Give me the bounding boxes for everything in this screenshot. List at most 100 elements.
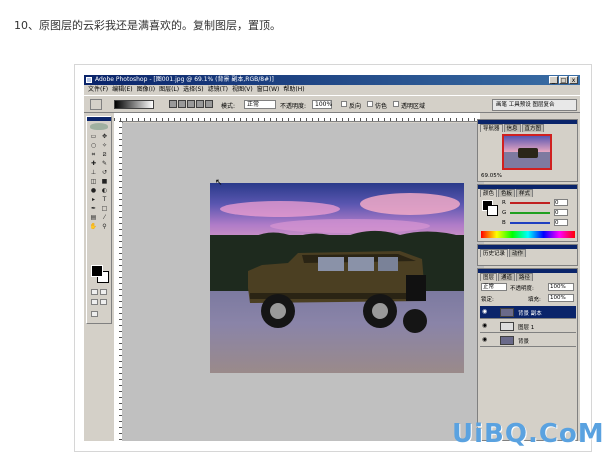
reflected-gradient-icon[interactable] [196, 100, 204, 108]
tab-channels[interactable]: 通道 [498, 273, 516, 281]
standard-mode-icon[interactable] [91, 289, 98, 295]
menu-file[interactable]: 文件(F) [88, 85, 108, 95]
pen-tool-icon[interactable]: ✒ [88, 204, 99, 213]
photoshop-window: Adobe Photoshop - [图001.jpg @ 69.1% (背景 … [84, 75, 580, 441]
channel-g-slider[interactable] [510, 212, 550, 214]
tab-histogram[interactable]: 直方图 [521, 124, 545, 132]
notes-tool-icon[interactable]: ▤ [88, 213, 99, 222]
tab-swatches[interactable]: 色板 [498, 189, 516, 197]
angle-gradient-icon[interactable] [187, 100, 195, 108]
healing-brush-tool-icon[interactable]: ✚ [88, 159, 99, 168]
eraser-tool-icon[interactable]: ◫ [88, 177, 99, 186]
transparency-checkbox[interactable] [393, 101, 399, 107]
layer-row-background-copy[interactable]: ◉ 背景 副本 [480, 306, 576, 319]
layer-thumbnail [500, 336, 514, 345]
feather-logo-icon [90, 123, 108, 130]
menu-image[interactable]: 图像(I) [137, 85, 155, 95]
tab-styles[interactable]: 样式 [516, 189, 534, 197]
tab-color[interactable]: 颜色 [480, 189, 498, 197]
blur-tool-icon[interactable]: ● [88, 186, 99, 195]
transparency-label: 透明区域 [401, 103, 426, 110]
mode-label: 模式: [221, 103, 236, 110]
close-button[interactable]: x [569, 76, 578, 84]
reverse-checkbox[interactable] [341, 101, 347, 107]
layer-row-layer-1[interactable]: ◉ 图层 1 [480, 320, 576, 333]
navigator-thumbnail[interactable] [502, 134, 552, 170]
eye-icon[interactable]: ◉ [482, 337, 488, 343]
channel-g-input[interactable]: 0 [554, 209, 568, 216]
eye-icon[interactable]: ◉ [482, 323, 488, 329]
menu-filter[interactable]: 滤镜(T) [208, 85, 228, 95]
color-tabs: 颜色 色板 样式 [478, 189, 577, 197]
document-image[interactable] [210, 183, 464, 373]
palette-well-button[interactable]: 画笔 工具预设 图层复合 [492, 99, 577, 111]
channel-b-slider[interactable] [510, 222, 550, 224]
dodge-tool-icon[interactable]: ◐ [99, 186, 110, 195]
menu-help[interactable]: 帮助(H) [283, 85, 304, 95]
diamond-gradient-icon[interactable] [205, 100, 213, 108]
menu-edit[interactable]: 编辑(E) [112, 85, 132, 95]
crop-tool-icon[interactable]: ⌗ [88, 150, 99, 159]
minimize-button[interactable]: _ [549, 76, 558, 84]
fill-input[interactable]: 100% [548, 294, 574, 302]
opacity-input[interactable]: 100% [312, 100, 332, 109]
color-row-g: G 0 [502, 209, 572, 216]
menu-view[interactable]: 视图(V) [232, 85, 253, 95]
color-bg-swatch[interactable] [487, 205, 498, 216]
tab-info[interactable]: 信息 [503, 124, 521, 132]
slice-tool-icon[interactable]: ⧄ [99, 150, 110, 159]
hummer-vehicle [210, 230, 464, 333]
tab-paths[interactable]: 路径 [516, 273, 534, 281]
zoom-tool-icon[interactable]: ⚲ [99, 222, 110, 231]
imageready-jump-icon[interactable] [91, 311, 98, 317]
tab-navigator[interactable]: 导航器 [480, 124, 503, 132]
layer-opacity-input[interactable]: 100% [548, 283, 574, 291]
foreground-color-swatch[interactable] [91, 265, 103, 277]
color-spectrum-bar[interactable] [481, 231, 575, 238]
magic-wand-tool-icon[interactable]: ✧ [99, 141, 110, 150]
brush-tool-icon[interactable]: ✎ [99, 159, 110, 168]
layer-row-background[interactable]: ◉ 背景 [480, 334, 576, 347]
menu-window[interactable]: 窗口(W) [257, 85, 280, 95]
menu-bar: 文件(F) 编辑(E) 图像(I) 图层(L) 选择(S) 滤镜(T) 视图(V… [84, 85, 580, 95]
eyedropper-tool-icon[interactable]: ⁄ [99, 213, 110, 222]
dither-label: 仿色 [375, 103, 388, 110]
screen-mode-standard-icon[interactable] [91, 299, 98, 305]
channel-b-input[interactable]: 0 [554, 219, 568, 226]
layer-thumbnail [500, 322, 514, 331]
gradient-picker[interactable] [114, 100, 154, 109]
hand-tool-icon[interactable]: ✋ [88, 222, 99, 231]
linear-gradient-icon[interactable] [169, 100, 177, 108]
tab-layers[interactable]: 图层 [480, 273, 498, 281]
marquee-tool-icon[interactable]: ▭ [88, 132, 99, 141]
eye-icon[interactable]: ◉ [482, 309, 488, 315]
tab-actions[interactable]: 动作 [509, 249, 527, 257]
type-tool-icon[interactable]: T [99, 195, 110, 204]
path-select-tool-icon[interactable]: ▸ [88, 195, 99, 204]
quick-mask-icon[interactable] [100, 289, 107, 295]
mode-select[interactable]: 正常 [244, 100, 276, 109]
dither-checkbox[interactable] [367, 101, 373, 107]
channel-r-input[interactable]: 0 [554, 199, 568, 206]
gradient-type-buttons [169, 100, 213, 108]
menu-select[interactable]: 选择(S) [183, 85, 204, 95]
history-brush-tool-icon[interactable]: ↺ [99, 168, 110, 177]
tool-preset-picker[interactable] [90, 99, 102, 110]
screen-mode-full-icon[interactable] [100, 299, 107, 305]
maximize-button[interactable]: □ [559, 76, 568, 84]
move-tool-icon[interactable]: ✥ [99, 132, 110, 141]
shape-tool-icon[interactable]: □ [99, 204, 110, 213]
menu-layer[interactable]: 图层(L) [159, 85, 179, 95]
gradient-tool-icon[interactable]: ■ [99, 177, 110, 186]
lasso-tool-icon[interactable]: ○ [88, 141, 99, 150]
thumbnail-vehicle [518, 148, 538, 158]
radial-gradient-icon[interactable] [178, 100, 186, 108]
clone-stamp-tool-icon[interactable]: ⊥ [88, 168, 99, 177]
blend-mode-select[interactable]: 正常 [481, 283, 507, 291]
tab-history[interactable]: 历史记录 [480, 249, 509, 257]
channel-r-slider[interactable] [510, 202, 550, 204]
title-bar: Adobe Photoshop - [图001.jpg @ 69.1% (背景 … [84, 75, 580, 85]
layer-name: 背景 [518, 339, 530, 345]
zoom-value[interactable]: 69.05% [481, 173, 502, 179]
zoom-row: 69.05% [481, 173, 575, 179]
